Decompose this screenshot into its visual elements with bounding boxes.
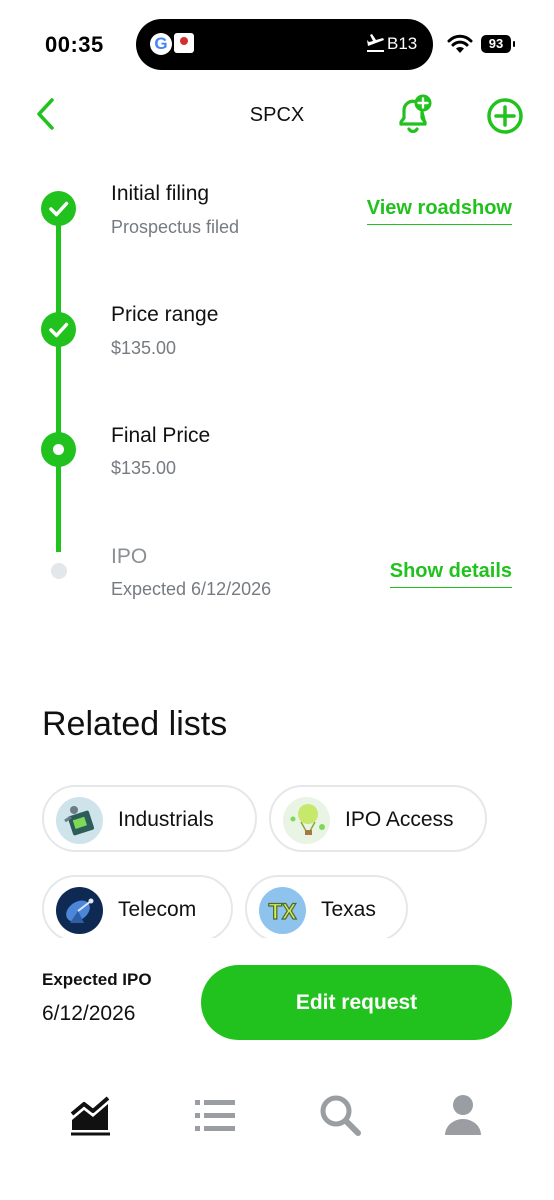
expected-ipo-label: Expected IPO — [42, 970, 152, 989]
step-subtitle: $135.00 — [111, 338, 177, 358]
google-icon: G — [150, 33, 172, 55]
telecom-icon — [56, 887, 103, 934]
timeline-step-price-range: Price range $135.00 — [0, 291, 554, 391]
related-lists-chips: Industrials IPO Access Telecom TX Texas — [0, 775, 554, 938]
expected-ipo-date: 6/12/2026 — [42, 1002, 136, 1025]
show-details-link[interactable]: Show details — [389, 560, 512, 588]
chip-texas[interactable]: TX Texas — [245, 875, 408, 938]
list-icon — [195, 1100, 235, 1131]
tab-search[interactable] — [315, 1090, 365, 1140]
plane-icon — [367, 34, 384, 52]
chip-telecom[interactable]: Telecom — [42, 875, 233, 938]
status-time: 00:35 — [45, 32, 104, 57]
step-subtitle: Prospectus filed — [111, 217, 240, 237]
chip-label: IPO Access — [345, 808, 454, 831]
ipo-access-icon — [283, 797, 330, 844]
step-title: Price range — [111, 303, 219, 326]
app-icon — [174, 33, 194, 53]
chip-label: Texas — [321, 898, 376, 921]
timeline-step-ipo: IPO Expected 6/12/2026 Show details — [0, 533, 554, 633]
chart-icon — [70, 1096, 110, 1136]
svg-text:TX: TX — [268, 899, 296, 924]
ticker-symbol: SPCX — [249, 104, 305, 126]
person-icon — [445, 1095, 481, 1135]
industrials-icon — [56, 797, 103, 844]
battery-icon: 93 — [481, 35, 515, 53]
edit-request-button[interactable]: Edit request — [201, 965, 512, 1040]
timeline-step-initial-filing: Initial filing Prospectus filed View roa… — [0, 170, 554, 270]
step-complete-check-icon — [41, 312, 76, 347]
step-pending-dot-icon — [51, 563, 67, 579]
view-roadshow-link[interactable]: View roadshow — [366, 197, 512, 225]
chip-industrials[interactable]: Industrials — [42, 785, 257, 852]
price-alert-button[interactable] — [393, 92, 433, 136]
wifi-icon — [447, 34, 473, 53]
plus-circle-icon — [487, 98, 523, 134]
ipo-action-bar: Expected IPO 6/12/2026 Edit request — [0, 940, 554, 1060]
tab-account[interactable] — [438, 1090, 488, 1140]
texas-icon: TX — [259, 887, 306, 934]
search-icon — [320, 1095, 361, 1136]
step-complete-check-icon — [41, 191, 76, 226]
status-bar: 00:35 G B13 93 — [0, 0, 554, 90]
related-lists-heading: Related lists — [42, 705, 228, 743]
dynamic-island: G B13 — [136, 19, 433, 70]
tab-investing[interactable] — [66, 1090, 116, 1140]
step-title: IPO — [111, 545, 148, 568]
chip-label: Telecom — [118, 898, 197, 921]
chip-ipo-access[interactable]: IPO Access — [269, 785, 487, 852]
tab-lists[interactable] — [190, 1090, 240, 1140]
add-to-list-button[interactable] — [485, 96, 525, 136]
bottom-tab-bar — [0, 1080, 554, 1160]
bell-plus-icon — [399, 94, 432, 134]
step-current-dot-icon — [41, 432, 76, 467]
ipo-timeline: Initial filing Prospectus filed View roa… — [0, 170, 554, 620]
step-title: Initial filing — [111, 182, 210, 205]
step-subtitle: $135.00 — [111, 458, 177, 478]
page-title: SPCX — [0, 104, 554, 127]
step-title: Final Price — [111, 424, 211, 447]
chip-label: Industrials — [118, 808, 214, 831]
nav-header: SPCX — [0, 88, 554, 144]
flight-gate: B13 — [387, 34, 418, 53]
step-subtitle: Expected 6/12/2026 — [111, 579, 272, 599]
timeline-step-final-price: Final Price $135.00 — [0, 412, 554, 512]
